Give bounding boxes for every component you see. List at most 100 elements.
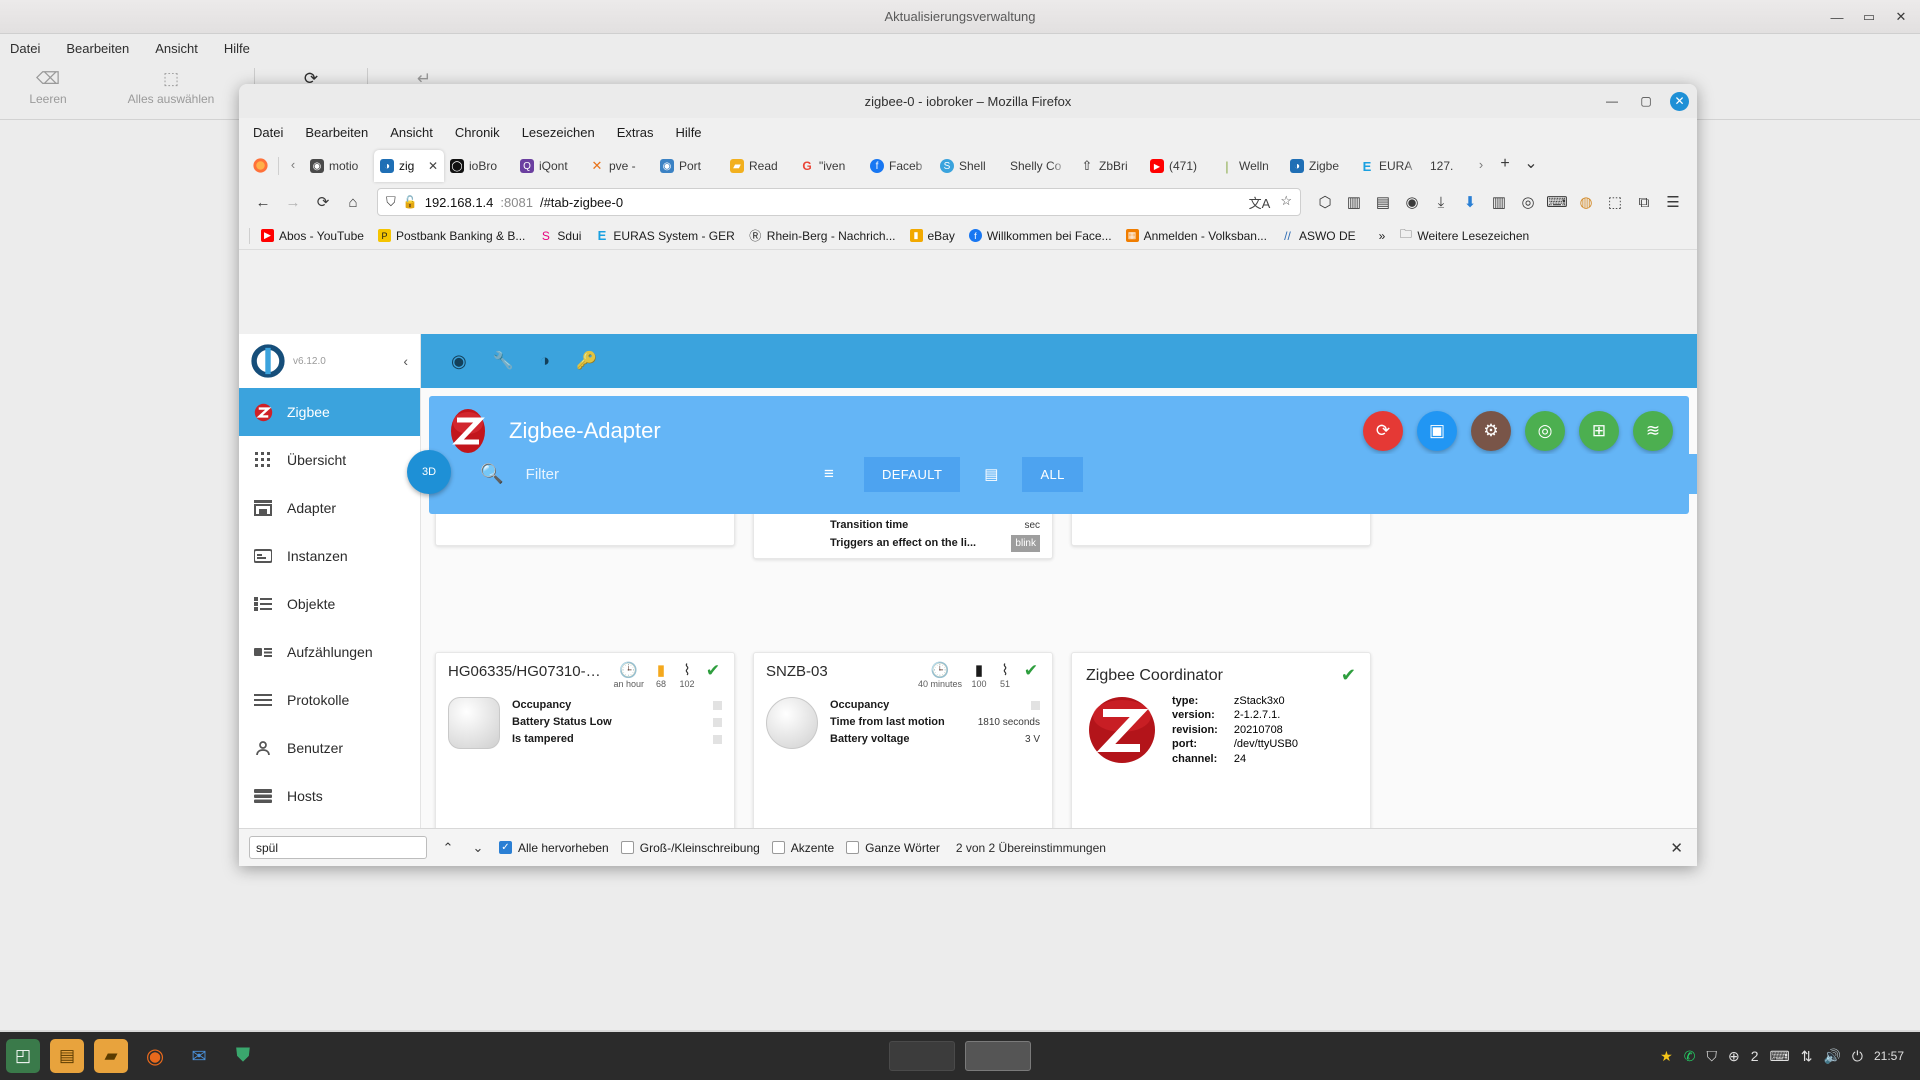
bookmark-star-icon[interactable]: ☆ [1280, 193, 1292, 212]
sidebar-collapse-button[interactable]: ‹ [403, 353, 408, 369]
menu-item-bearbeiten[interactable]: Bearbeiten [305, 125, 368, 140]
screenshot-icon[interactable]: ⬚ [1601, 188, 1629, 216]
network-icon[interactable]: ⇅ [1801, 1048, 1813, 1065]
network-scan-button[interactable]: ◎ [1525, 411, 1565, 451]
volume-icon[interactable]: 🔊 [1823, 1048, 1840, 1065]
bookmark-rhein-berg[interactable]: Ⓡ Rhein-Berg - Nachrich... [742, 227, 903, 245]
tab-youtube[interactable]: ▶ (471) [1144, 150, 1214, 182]
sidebar-item-adapter[interactable]: Adapter [239, 484, 420, 532]
bookmark-volksbank[interactable]: ▦ Anmelden - Volksban... [1119, 227, 1274, 245]
tab-iobroker[interactable]: ◯ ioBro [444, 150, 514, 182]
close-button[interactable]: ✕ [1892, 9, 1910, 25]
tab-pve[interactable]: ✕ pve - [584, 150, 654, 182]
group-button[interactable]: ⊞ [1579, 411, 1619, 451]
star-icon[interactable]: ★ [1660, 1048, 1673, 1065]
tab-localhost[interactable]: 127. [1424, 150, 1470, 182]
sort-icon[interactable]: ≡ [824, 464, 834, 484]
search-icon[interactable]: 🔍 [480, 462, 504, 486]
find-input[interactable]: spül [249, 836, 427, 859]
forward-button[interactable]: → [279, 188, 307, 216]
files-icon[interactable]: ▤ [50, 1039, 84, 1073]
sidebar-item-objekte[interactable]: Objekte [239, 580, 420, 628]
find-previous-button[interactable]: ⌃ [439, 840, 457, 856]
sidebar-item-hosts[interactable]: Hosts [239, 772, 420, 820]
device-card-snzb-03[interactable]: SNZB-03 🕒 40 minutes ▮ 100 [753, 652, 1053, 828]
menu-item-datei[interactable]: Datei [10, 41, 40, 56]
all-button[interactable]: ALL [1022, 457, 1082, 492]
bookmarks-overflow-button[interactable]: » [1363, 227, 1393, 245]
tab-iven[interactable]: G "iven [794, 150, 864, 182]
device-card-clipped-2[interactable]: 3 minutes 105 Brightness Color temperatu… [753, 514, 1053, 559]
bookmark-ebay[interactable]: ▮ eBay [903, 227, 962, 245]
extensions-icon[interactable]: ⧉ [1630, 188, 1658, 216]
tab-iqontrol[interactable]: Q iQont [514, 150, 584, 182]
sidebar-item-aufzaehlungen[interactable]: Aufzählungen [239, 628, 420, 676]
state-checkbox[interactable] [713, 701, 722, 710]
menu-item-lesezeichen[interactable]: Lesezeichen [522, 125, 595, 140]
cookie-extension-icon[interactable]: ◍ [1572, 188, 1600, 216]
state-checkbox[interactable] [713, 735, 722, 744]
menu-item-bearbeiten[interactable]: Bearbeiten [66, 41, 129, 56]
bookmark-euras[interactable]: E EURAS System - GER [588, 227, 741, 245]
menu-item-chronik[interactable]: Chronik [455, 125, 500, 140]
close-button[interactable]: ✕ [1670, 92, 1689, 111]
card-view-icon[interactable]: ▤ [984, 465, 998, 483]
wrench-icon[interactable]: 🔧 [493, 351, 514, 371]
sidebar-item-dateien[interactable]: Dateien [239, 820, 420, 828]
bookmark-aswo[interactable]: // ASWO DE [1274, 227, 1363, 245]
device-card-clipped-3[interactable]: an hour 92.5 51 Contact event Battery St… [1071, 514, 1371, 546]
device-card-hg06335[interactable]: HG06335/HG07310-hi... 🕒 an hour ▮ 68 [435, 652, 735, 828]
menu-item-hilfe[interactable]: Hilfe [224, 41, 250, 56]
sidebar-item-benutzer[interactable]: Benutzer [239, 724, 420, 772]
minimize-button[interactable]: — [1828, 10, 1846, 25]
menu-item-ansicht[interactable]: Ansicht [390, 125, 433, 140]
reload-button[interactable]: ⟳ [309, 188, 337, 216]
state-checkbox[interactable] [713, 718, 722, 727]
mail-icon[interactable]: ✉ [182, 1039, 216, 1073]
filter-input[interactable]: Filter [526, 466, 559, 483]
keyboard-icon[interactable]: ⌨ [1770, 1048, 1790, 1065]
folder-icon[interactable]: ▰ [94, 1039, 128, 1073]
maximize-button[interactable]: ▢ [1636, 94, 1656, 108]
app-menu-button[interactable]: ☰ [1659, 188, 1687, 216]
shield-icon[interactable]: ⛉ [386, 194, 396, 210]
sidebar-icon[interactable]: ▤ [1369, 188, 1397, 216]
touchlink-button[interactable]: ⚙ [1471, 411, 1511, 451]
home-button[interactable]: ⌂ [339, 188, 367, 216]
tab-scroll-left[interactable]: ‹ [282, 148, 304, 182]
window-button-2[interactable] [965, 1041, 1031, 1071]
power-icon[interactable]: ⏻ [1852, 1048, 1863, 1065]
grid-extension-icon[interactable]: ▥ [1485, 188, 1513, 216]
back-button[interactable]: ← [249, 188, 277, 216]
shield-icon[interactable]: ⛉ [1706, 1048, 1717, 1065]
whole-words-checkbox[interactable]: Ganze Wörter [846, 841, 940, 855]
bookmark-abos-youtube[interactable]: ▶ Abos - YouTube [254, 227, 371, 245]
globe-icon[interactable]: ⊕ [1728, 1048, 1740, 1065]
menu-item-extras[interactable]: Extras [617, 125, 654, 140]
key-icon[interactable]: 🔑 [576, 351, 597, 371]
state-checkbox[interactable] [1031, 701, 1040, 710]
download-arrow-icon[interactable]: ⬇ [1456, 188, 1484, 216]
clear-button[interactable]: ⌫ Leeren [0, 66, 96, 106]
tab-shelly[interactable]: S Shell [934, 150, 1004, 182]
count-badge[interactable]: 2 [1751, 1048, 1759, 1064]
menu-item-ansicht[interactable]: Ansicht [155, 41, 198, 56]
window-button-1[interactable] [889, 1041, 955, 1071]
list-all-tabs-button[interactable]: ⌄ [1518, 148, 1544, 182]
container-icon[interactable]: ⬡ [1311, 188, 1339, 216]
state-value[interactable]: blink [1011, 535, 1040, 552]
menu-icon[interactable]: ◰ [6, 1039, 40, 1073]
tab-facebook[interactable]: f Faceb [864, 150, 934, 182]
highlight-all-checkbox[interactable]: ✓ Alle hervorheben [499, 841, 609, 855]
shield-icon[interactable]: ⛊ [226, 1039, 260, 1073]
library-icon[interactable]: ▥ [1340, 188, 1368, 216]
tab-euras[interactable]: E EURA [1354, 150, 1424, 182]
shield-extension-icon[interactable]: ◎ [1514, 188, 1542, 216]
device-card-clipped-1[interactable]: 2 minutes 100 108 Battery Status Low Is … [435, 514, 735, 546]
keyboard-extension-icon[interactable]: ⌨ [1543, 188, 1571, 216]
menu-item-hilfe[interactable]: Hilfe [676, 125, 702, 140]
contrast-icon[interactable]: ◑ [540, 351, 550, 371]
bookmark-postbank[interactable]: P Postbank Banking & B... [371, 227, 532, 245]
tab-zigbee[interactable]: ◑ zig ✕ [374, 150, 444, 182]
minimize-button[interactable]: — [1602, 94, 1622, 108]
